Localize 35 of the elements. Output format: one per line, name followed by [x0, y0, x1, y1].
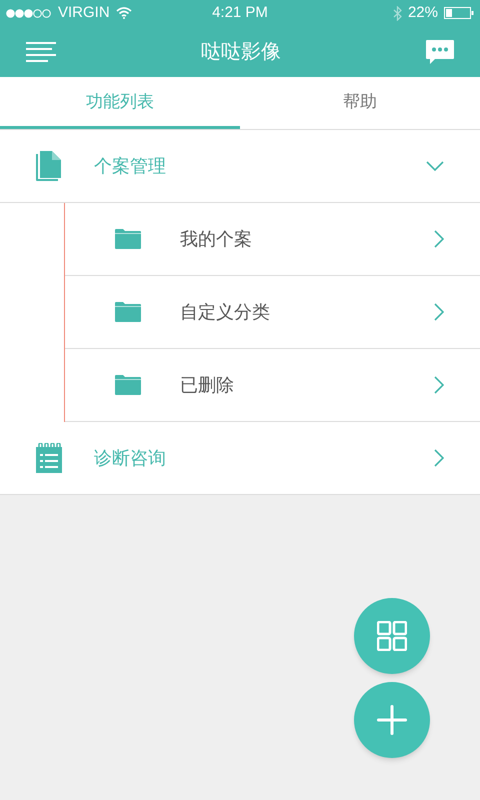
carrier-name: VIRGIN — [58, 2, 110, 23]
grid-icon — [377, 621, 407, 651]
menu-label: 诊断咨询 — [94, 446, 167, 470]
chevron-right-icon — [434, 449, 444, 467]
submenu-row[interactable]: 已删除 — [65, 349, 480, 422]
menu-row[interactable]: 个案管理 — [0, 130, 480, 203]
document-icon — [36, 151, 62, 181]
submenu-row[interactable]: 我的个案 — [65, 203, 480, 276]
tab[interactable]: 帮助 — [240, 77, 480, 129]
submenu-row[interactable]: 自定义分类 — [65, 276, 480, 349]
chevron-right-icon — [434, 230, 444, 248]
menu-button[interactable] — [26, 40, 56, 62]
plus-icon — [377, 705, 407, 735]
battery-percent: 22% — [408, 2, 438, 23]
menu-row[interactable]: 诊断咨询 — [0, 422, 480, 495]
chevron-right-icon — [434, 303, 444, 321]
folder-icon — [115, 302, 141, 322]
chat-button[interactable] — [426, 40, 454, 64]
submenu-label: 自定义分类 — [180, 300, 271, 324]
chat-bubble-icon — [426, 40, 454, 64]
chevron-right-icon — [434, 376, 444, 394]
chevron-down-icon — [426, 161, 444, 171]
wifi-icon — [116, 7, 132, 19]
menu-icon — [26, 42, 56, 62]
clock-time: 4:21 PM — [211, 2, 269, 23]
battery-icon — [444, 7, 474, 19]
submenu-label: 已删除 — [180, 374, 235, 396]
notepad-icon — [36, 443, 62, 473]
submenu-label: 我的个案 — [180, 228, 253, 250]
folder-icon — [115, 229, 141, 249]
folder-icon — [115, 375, 141, 395]
app-title: 哒哒影像 — [200, 40, 282, 64]
bluetooth-icon — [392, 6, 402, 20]
menu-label: 个案管理 — [94, 154, 167, 178]
signal-icon — [6, 8, 52, 18]
